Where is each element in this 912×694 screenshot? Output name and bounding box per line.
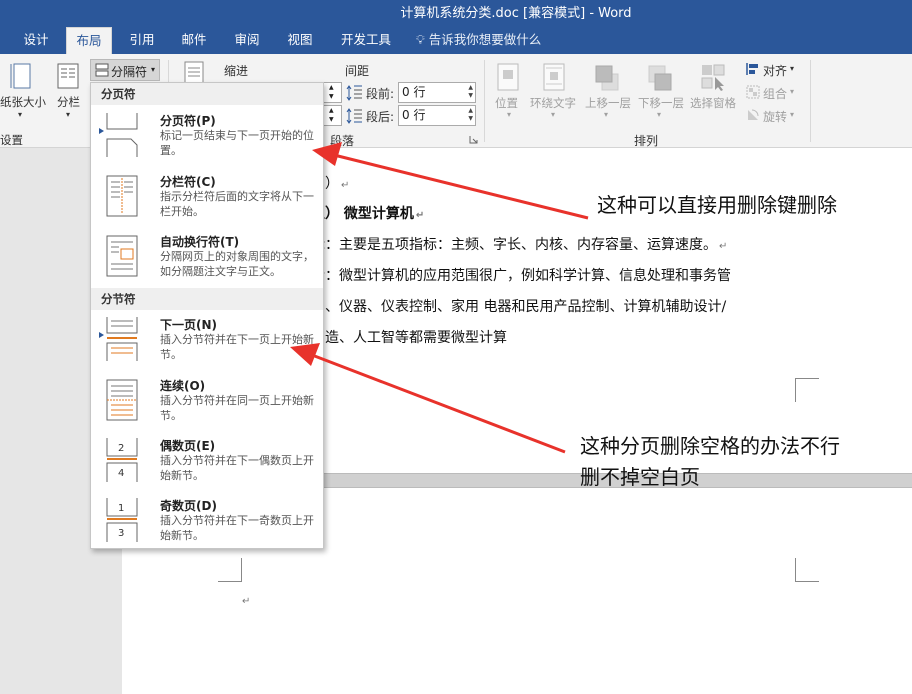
annotation-note-2-line-1: 这种分页删除空格的办法不行 <box>580 434 840 458</box>
annotation-arrows <box>290 142 589 454</box>
annotation-note-1: 这种可以直接用删除键删除 <box>597 193 837 217</box>
annotation-note-2-line-2: 删不掉空白页 <box>580 465 700 489</box>
arrow-to-page-break <box>312 142 589 220</box>
arrow-to-next-page <box>290 343 566 454</box>
